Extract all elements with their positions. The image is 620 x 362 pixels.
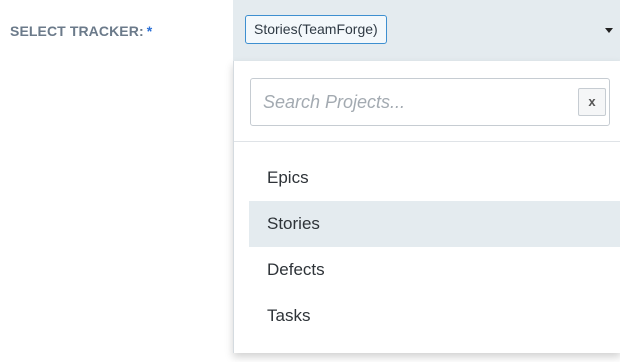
- required-marker: *: [146, 23, 153, 39]
- tracker-select[interactable]: Stories(TeamForge): [233, 0, 620, 61]
- select-tracker-label-text: SELECT TRACKER:: [10, 23, 144, 39]
- option-stories[interactable]: Stories: [249, 201, 620, 247]
- caret-down-icon[interactable]: [605, 28, 613, 33]
- tracker-options-list: Epics Stories Defects Tasks: [249, 155, 620, 339]
- search-projects-box: x: [250, 78, 610, 126]
- search-projects-input[interactable]: [251, 79, 563, 125]
- select-tracker-label: SELECT TRACKER: *: [10, 23, 152, 39]
- tracker-dropdown-menu: x Epics Stories Defects Tasks: [233, 61, 620, 353]
- option-epics[interactable]: Epics: [249, 155, 620, 201]
- dropdown-divider: [234, 141, 620, 142]
- clear-search-button[interactable]: x: [578, 88, 606, 116]
- tracker-select-form: SELECT TRACKER:* Stories(TeamForge) x Ep…: [0, 0, 620, 362]
- option-tasks[interactable]: Tasks: [249, 293, 620, 339]
- selected-tracker-chip[interactable]: Stories(TeamForge): [245, 15, 387, 44]
- option-defects[interactable]: Defects: [249, 247, 620, 293]
